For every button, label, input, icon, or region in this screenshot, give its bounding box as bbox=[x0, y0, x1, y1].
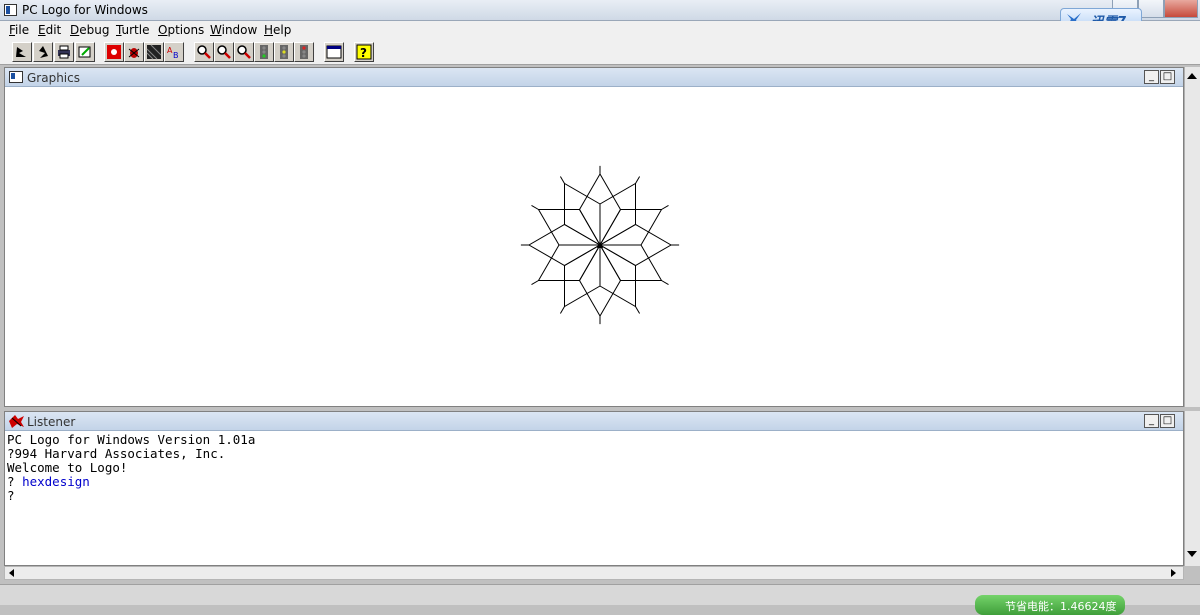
power-saving-text: 节省电能：1.46624度 bbox=[1005, 600, 1117, 613]
turtle-show-icon bbox=[39, 46, 48, 58]
stop-button[interactable] bbox=[104, 42, 124, 62]
design-edge bbox=[559, 306, 565, 314]
debug-button[interactable] bbox=[124, 42, 144, 62]
window-button[interactable] bbox=[324, 42, 344, 62]
fonts-button[interactable]: AB bbox=[164, 42, 184, 62]
menu-turtle[interactable]: Turtle bbox=[116, 23, 149, 37]
design-edge bbox=[635, 176, 641, 184]
graphics-minimize-button[interactable]: _ bbox=[1144, 70, 1159, 84]
turtle-hide-button[interactable] bbox=[12, 42, 32, 62]
zoom-reset-icon bbox=[237, 45, 251, 59]
graphics-title: Graphics bbox=[27, 71, 80, 85]
zoom-reset-button[interactable] bbox=[234, 42, 254, 62]
menu-options[interactable]: Options bbox=[158, 23, 204, 37]
svg-text:B: B bbox=[173, 51, 179, 60]
menu-help[interactable]: Help bbox=[264, 23, 291, 37]
graphics-canvas[interactable] bbox=[5, 88, 1183, 406]
listener-command-line: ? hexdesign bbox=[7, 475, 255, 489]
window-title: PC Logo for Windows bbox=[22, 3, 148, 17]
design-edge bbox=[635, 306, 641, 314]
graphics-panel: Graphics _ □ bbox=[4, 67, 1184, 407]
bug-icon bbox=[128, 48, 140, 58]
listener-line: ?994 Harvard Associates, Inc. bbox=[7, 446, 226, 461]
traffic-light-green-icon bbox=[260, 45, 268, 59]
zoom-in-button[interactable] bbox=[194, 42, 214, 62]
stop-icon bbox=[107, 45, 121, 59]
listener-minimize-button[interactable]: _ bbox=[1144, 414, 1159, 428]
zoom-in-icon bbox=[197, 45, 211, 59]
edit-button[interactable] bbox=[75, 42, 95, 62]
menu-bar: File Edit Debug Turtle Options Window He… bbox=[0, 21, 1200, 40]
listener-line: Welcome to Logo! bbox=[7, 460, 128, 475]
menu-window[interactable]: Window bbox=[210, 23, 257, 37]
zoom-out-button[interactable] bbox=[214, 42, 234, 62]
run-button[interactable] bbox=[254, 42, 274, 62]
pause-button[interactable] bbox=[274, 42, 294, 62]
pattern-icon bbox=[146, 44, 162, 60]
design-edge bbox=[531, 280, 539, 286]
scroll-up-arrow-icon[interactable] bbox=[1187, 73, 1197, 79]
edit-icon bbox=[78, 46, 91, 58]
help-icon: ? bbox=[356, 44, 372, 60]
listener-output[interactable]: PC Logo for Windows Version 1.01a ?994 Ha… bbox=[7, 433, 255, 503]
menu-file[interactable]: File bbox=[9, 23, 29, 37]
help-button[interactable]: ? bbox=[354, 42, 374, 62]
menu-edit[interactable]: Edit bbox=[38, 23, 61, 37]
traffic-light-yellow-icon bbox=[280, 45, 288, 59]
listener-line: PC Logo for Windows Version 1.01a bbox=[7, 432, 256, 447]
app-icon bbox=[4, 4, 17, 16]
close-button[interactable] bbox=[1164, 0, 1198, 18]
listener-prompt-line[interactable]: ? bbox=[7, 489, 255, 503]
listener-title: Listener bbox=[27, 415, 76, 429]
window-titlebar[interactable]: PC Logo for Windows bbox=[0, 0, 1200, 21]
scroll-down-arrow-icon[interactable] bbox=[1187, 551, 1197, 557]
design-edge bbox=[531, 204, 539, 210]
hexdesign-drawing bbox=[520, 165, 680, 325]
power-saving-widget[interactable]: 节省电能：1.46624度 bbox=[975, 595, 1125, 615]
graphics-maximize-button[interactable]: □ bbox=[1160, 70, 1175, 84]
design-edge bbox=[661, 204, 669, 210]
window-icon bbox=[326, 45, 342, 59]
horizontal-scrollbar[interactable] bbox=[4, 566, 1184, 580]
zoom-out-icon bbox=[217, 45, 231, 59]
fonts-icon: AB bbox=[167, 46, 179, 60]
listener-titlebar[interactable]: Listener _ □ bbox=[5, 412, 1183, 431]
listener-maximize-button[interactable]: □ bbox=[1160, 414, 1175, 428]
traffic-light-red-icon bbox=[300, 45, 308, 59]
pattern-button[interactable] bbox=[144, 42, 164, 62]
status-bar: 节省电能：1.46624度 bbox=[0, 584, 1200, 615]
graphics-window-icon bbox=[9, 71, 23, 83]
scroll-right-arrow-icon[interactable] bbox=[1171, 569, 1176, 577]
toolbar: AB ? bbox=[0, 40, 1200, 65]
listener-panel: Listener _ □ PC Logo for Windows Version… bbox=[4, 411, 1184, 566]
print-icon bbox=[58, 45, 70, 59]
scroll-left-arrow-icon[interactable] bbox=[9, 569, 14, 577]
listener-command: hexdesign bbox=[22, 474, 90, 489]
halt-button[interactable] bbox=[294, 42, 314, 62]
graphics-vertical-scrollbar[interactable] bbox=[1184, 67, 1200, 407]
print-button[interactable] bbox=[54, 42, 74, 62]
listener-vertical-scrollbar[interactable] bbox=[1184, 411, 1200, 566]
turtle-hide-icon bbox=[16, 47, 26, 57]
prompt: ? bbox=[7, 474, 23, 489]
menu-debug[interactable]: Debug bbox=[70, 23, 109, 37]
listener-turtle-icon bbox=[9, 415, 24, 428]
svg-text:?: ? bbox=[360, 46, 367, 60]
graphics-titlebar[interactable]: Graphics _ □ bbox=[5, 68, 1183, 87]
design-edge bbox=[661, 280, 669, 286]
turtle-show-button[interactable] bbox=[33, 42, 53, 62]
design-edge bbox=[559, 176, 565, 184]
